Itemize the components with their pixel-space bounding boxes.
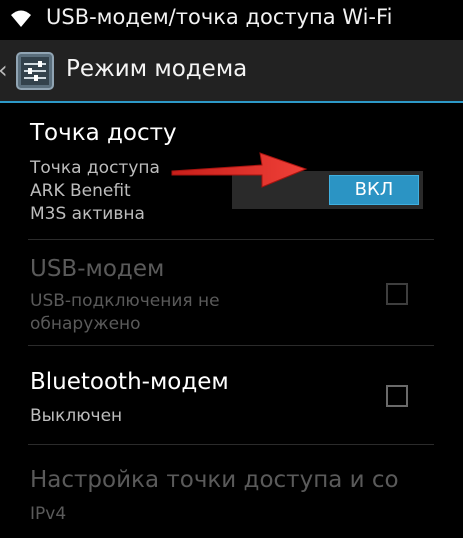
list-item-usb-modem: USB-модем USB-подключения не обнаружено xyxy=(14,252,448,342)
bluetooth-modem-checkbox[interactable] xyxy=(386,385,408,407)
hotspot-subtitle-line1: Точка доступа xyxy=(30,158,160,178)
divider xyxy=(28,239,434,240)
hotspot-settings-title: Настройка точки доступа и со xyxy=(30,467,399,493)
wifi-icon xyxy=(11,10,31,27)
bluetooth-modem-subtitle: Выключен xyxy=(30,406,123,426)
arrow-annotation xyxy=(171,152,308,188)
toggle-on-label: ВКЛ xyxy=(329,175,419,205)
hotspot-title: Точка досту xyxy=(30,120,177,146)
usb-modem-subtitle-line1: USB-подключения не xyxy=(30,291,220,311)
usb-modem-checkbox xyxy=(386,283,408,305)
settings-sliders-icon[interactable] xyxy=(14,50,56,92)
notification-title: USB-модем/точка доступа Wi-Fi xyxy=(46,5,393,29)
usb-modem-subtitle-line2: обнаружено xyxy=(30,314,141,334)
hotspot-subtitle-line3: M3S активна xyxy=(30,204,145,224)
action-bar: ‹ Режим модема xyxy=(0,40,463,103)
divider xyxy=(28,345,434,346)
back-icon[interactable]: ‹ xyxy=(0,58,8,82)
list-item-hotspot-settings: Настройка точки доступа и со IPv4 xyxy=(14,463,448,538)
list-item-bluetooth-modem[interactable]: Bluetooth-модем Выключен xyxy=(14,365,448,435)
status-bar: USB-модем/точка доступа Wi-Fi xyxy=(0,0,463,40)
hotspot-settings-subtitle: IPv4 xyxy=(30,504,67,524)
bluetooth-modem-title: Bluetooth-модем xyxy=(30,369,229,395)
usb-modem-title: USB-модем xyxy=(30,256,165,282)
hotspot-subtitle-line2: ARK Benefit xyxy=(30,181,131,201)
divider xyxy=(28,444,434,445)
page-title: Режим модема xyxy=(66,56,248,82)
